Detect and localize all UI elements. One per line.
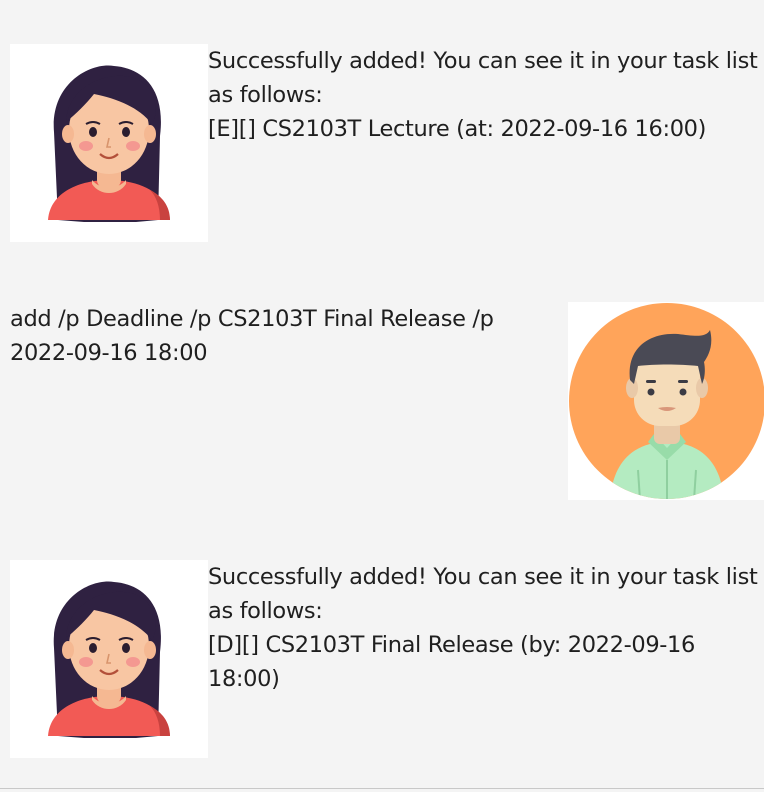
woman-avatar-icon <box>10 560 208 758</box>
user-message-text: add /p Deadline /p CS2103T Final Release… <box>10 306 494 366</box>
chat-dialog-list: Successfully added! You can see it in yo… <box>0 0 764 792</box>
man-avatar-icon <box>568 302 764 500</box>
bot-avatar <box>10 560 208 758</box>
woman-avatar-icon <box>10 44 208 242</box>
bot-message-text: Successfully added! You can see it in yo… <box>208 564 758 692</box>
bot-avatar <box>10 44 208 242</box>
user-avatar <box>568 302 764 500</box>
bot-message-text: Successfully added! You can see it in yo… <box>208 48 758 142</box>
input-area-divider <box>0 788 764 792</box>
